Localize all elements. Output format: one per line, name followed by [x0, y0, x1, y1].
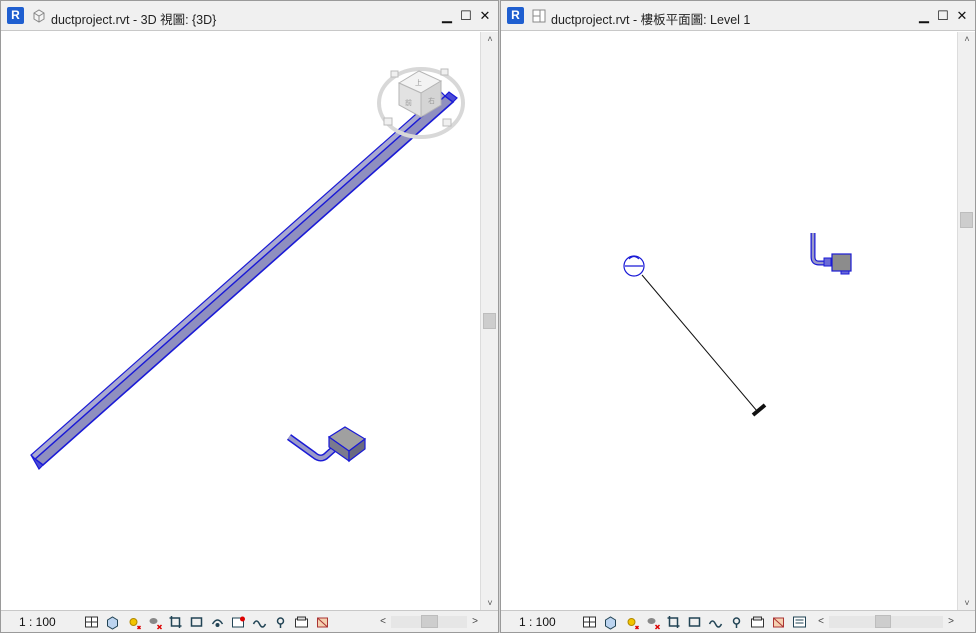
reveal-constraints-icon[interactable]	[770, 614, 787, 630]
analytical-model-icon[interactable]	[728, 614, 745, 630]
view-window-3d[interactable]: R ductproject.rvt - 3D 視圖: {3D} ▁ ☐ ✕ 上 …	[0, 0, 499, 633]
view-title: ductproject.rvt - 樓板平面圖: Level 1	[551, 13, 751, 27]
view-scale[interactable]: 1 : 100	[519, 615, 556, 629]
reveal-constraints-icon[interactable]	[314, 614, 331, 630]
analytical-model-icon[interactable]	[272, 614, 289, 630]
crop-view-icon[interactable]	[167, 614, 184, 630]
temporary-hide-icon[interactable]	[209, 614, 226, 630]
scroll-down-arrow[interactable]: ˅	[481, 596, 499, 610]
minimize-button[interactable]: ▁	[440, 8, 454, 24]
view-window-floor-plan[interactable]: R ductproject.rvt - 樓板平面圖: Level 1 ▁ ☐ ✕	[500, 0, 976, 633]
scroll-up-arrow[interactable]: ˄	[958, 32, 976, 46]
show-crop-region-icon[interactable]	[188, 614, 205, 630]
view-scale[interactable]: 1 : 100	[19, 615, 56, 629]
shadows-icon[interactable]	[644, 614, 661, 630]
long-duct[interactable]	[30, 91, 458, 470]
scroll-down-arrow[interactable]: ˅	[958, 596, 976, 610]
show-crop-region-icon[interactable]	[686, 614, 703, 630]
view-titlebar[interactable]: R ductproject.rvt - 3D 視圖: {3D} ▁ ☐ ✕	[1, 1, 498, 31]
3d-view-icon	[33, 9, 45, 23]
section-marker[interactable]	[623, 255, 645, 277]
plan-duct-unit[interactable]	[810, 233, 852, 275]
reveal-hidden-icon[interactable]	[230, 614, 247, 630]
vertical-scroll-thumb[interactable]	[483, 313, 496, 329]
scroll-right-arrow[interactable]: >	[945, 614, 957, 630]
section-line[interactable]	[641, 274, 767, 417]
scroll-left-arrow[interactable]: <	[815, 614, 827, 630]
horizontal-scroll-thumb[interactable]	[421, 615, 438, 628]
maximize-button[interactable]: ☐	[936, 8, 950, 24]
worksharing-display-icon[interactable]	[707, 614, 724, 630]
visual-style-icon[interactable]	[104, 614, 121, 630]
view-title: ductproject.rvt - 3D 視圖: {3D}	[51, 13, 217, 27]
plan-drawing-canvas[interactable]	[501, 32, 957, 610]
temporary-hide-icon[interactable]	[791, 614, 808, 630]
vertical-scroll-thumb[interactable]	[960, 212, 973, 228]
viewcube-top-label: 上	[415, 78, 422, 87]
close-button[interactable]: ✕	[955, 8, 969, 24]
floor-plan-icon	[532, 9, 546, 23]
maximize-button[interactable]: ☐	[459, 8, 473, 24]
3d-drawing-canvas[interactable]: 上 前 右	[1, 32, 480, 610]
shadows-icon[interactable]	[146, 614, 163, 630]
sun-path-icon[interactable]	[125, 614, 142, 630]
scroll-up-arrow[interactable]: ˄	[481, 32, 499, 46]
view-control-bar: 1 : 100 < >	[1, 610, 498, 632]
3d-model-graphics[interactable]: 上 前 右	[1, 32, 480, 610]
minimize-button[interactable]: ▁	[917, 8, 931, 24]
plan-model-graphics[interactable]	[501, 32, 957, 610]
horizontal-scrollbar[interactable]: < >	[377, 614, 481, 630]
view-control-icons	[581, 614, 808, 630]
vertical-scrollbar[interactable]: ˄ ˅	[957, 32, 975, 610]
view-control-icons	[83, 614, 331, 630]
highlight-displacement-icon[interactable]	[749, 614, 766, 630]
highlight-displacement-icon[interactable]	[293, 614, 310, 630]
duct-elbow-unit[interactable]	[286, 426, 367, 463]
crop-view-icon[interactable]	[665, 614, 682, 630]
revit-app-icon[interactable]: R	[7, 7, 24, 24]
revit-app-icon[interactable]: R	[507, 7, 524, 24]
visual-style-icon[interactable]	[602, 614, 619, 630]
horizontal-scrollbar[interactable]: < >	[815, 614, 957, 630]
vertical-scrollbar[interactable]: ˄ ˅	[480, 32, 498, 610]
scroll-left-arrow[interactable]: <	[377, 614, 389, 630]
sun-path-icon[interactable]	[623, 614, 640, 630]
view-titlebar[interactable]: R ductproject.rvt - 樓板平面圖: Level 1 ▁ ☐ ✕	[501, 1, 975, 31]
scroll-right-arrow[interactable]: >	[469, 614, 481, 630]
view-control-bar: 1 : 100 < >	[501, 610, 975, 632]
viewcube-right-label: 右	[428, 96, 435, 105]
horizontal-scroll-thumb[interactable]	[875, 615, 891, 628]
viewcube-front-label: 前	[405, 98, 412, 107]
detail-level-icon[interactable]	[83, 614, 100, 630]
worksharing-display-icon[interactable]	[251, 614, 268, 630]
detail-level-icon[interactable]	[581, 614, 598, 630]
close-button[interactable]: ✕	[478, 8, 492, 24]
